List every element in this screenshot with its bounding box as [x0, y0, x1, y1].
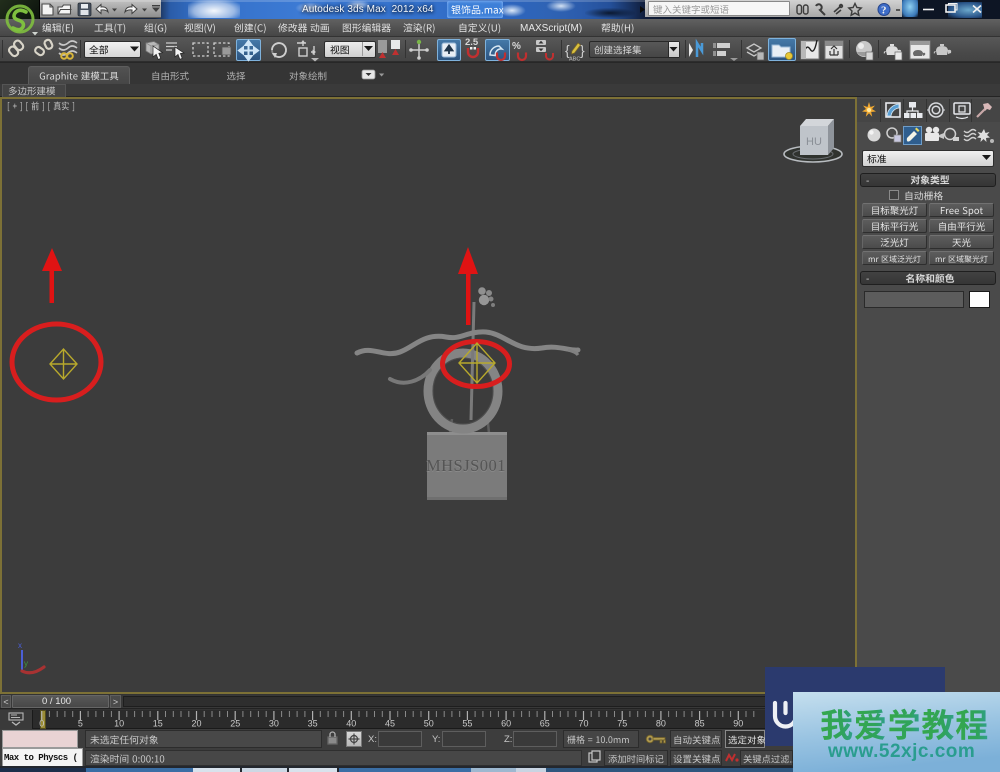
svg-text:www.52xjc.com: www.52xjc.com [827, 741, 975, 762]
